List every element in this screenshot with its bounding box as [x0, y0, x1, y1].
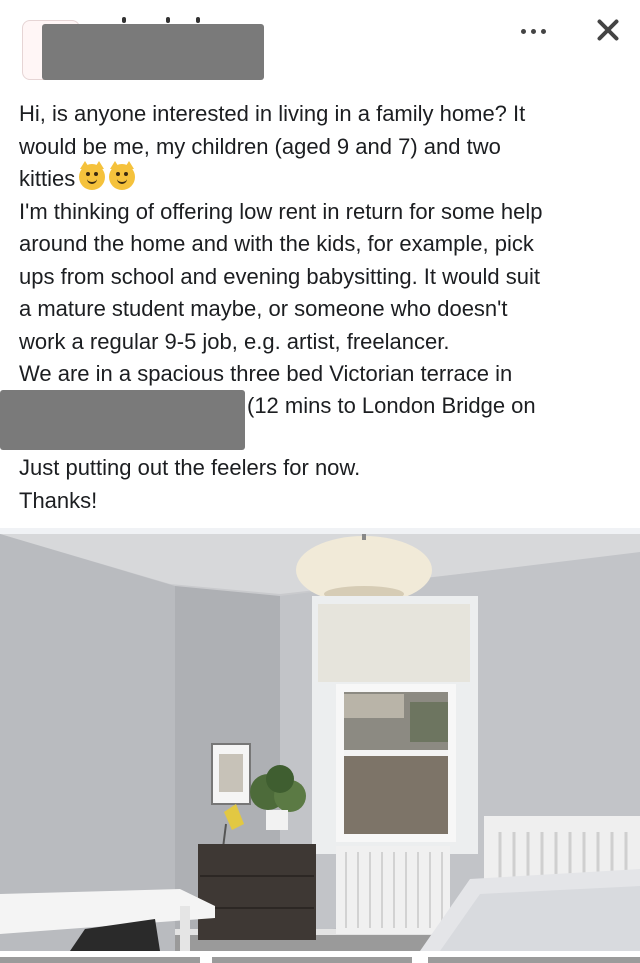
- post-line: kitties: [19, 161, 629, 196]
- post-line: Thanks!: [19, 487, 98, 513]
- post-line: Hi, is anyone interested in living in a …: [19, 101, 526, 126]
- post-line: Just putting out the feelers for now.: [19, 455, 361, 480]
- post-line: I'm thinking of offering low rent in ret…: [19, 198, 543, 224]
- post-body: Hi, is anyone interested in living in a …: [19, 98, 629, 391]
- redacted-poster-name: [42, 24, 264, 80]
- more-options-icon[interactable]: [520, 20, 550, 42]
- post-line: a mature student maybe, or someone who d…: [19, 296, 508, 321]
- location-suffix: (12 mins to London Bridge on: [247, 393, 536, 418]
- post-line: around the home and with the kids, for e…: [19, 231, 534, 256]
- redacted-location: [0, 390, 245, 450]
- thumbnail[interactable]: [0, 957, 200, 963]
- post-line: work a regular 9-5 job, e.g. artist, fre…: [19, 328, 450, 354]
- thumbnail[interactable]: [428, 957, 640, 963]
- post-line: ups from school and evening babysitting.…: [19, 263, 540, 289]
- redaction-edge: [120, 17, 200, 23]
- post-closing: Just putting out the feelers for now. Th…: [19, 452, 360, 517]
- room-photo[interactable]: [0, 534, 640, 951]
- post-line-text: kitties: [19, 166, 76, 191]
- photo-thumbnails[interactable]: [0, 951, 640, 963]
- smiling-cat-emoji-icon: [109, 161, 136, 190]
- close-icon[interactable]: [592, 14, 624, 46]
- thumbnail[interactable]: [212, 957, 412, 963]
- post-line: We are in a spacious three bed Victorian…: [19, 361, 513, 386]
- bedroom-image: [0, 534, 640, 951]
- post-header: [0, 0, 640, 95]
- cat-face-emoji-icon: [79, 161, 106, 190]
- post-line: would be me, my children (aged 9 and 7) …: [19, 133, 501, 159]
